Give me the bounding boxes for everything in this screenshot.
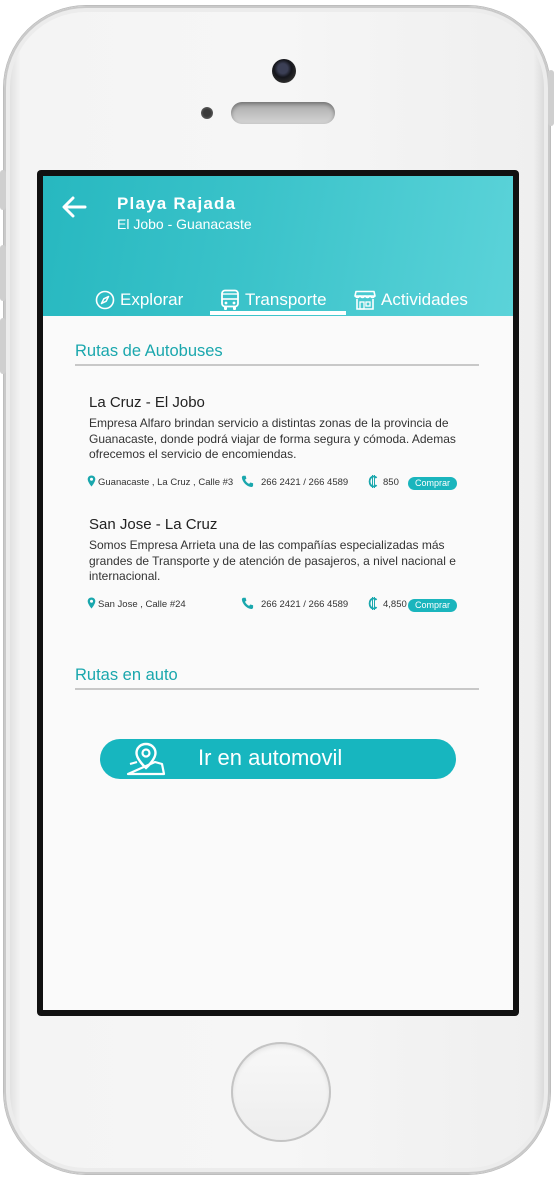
tab-label: Explorar [120,290,184,309]
section-divider [75,364,479,366]
tab-label: Actividades [381,290,468,309]
route-address: Guanacaste , La Cruz , Calle #3 [98,477,234,488]
route-price: 850 [383,477,399,488]
route-price: 4,850 [383,599,407,610]
front-camera [272,59,296,83]
section-divider [75,688,479,690]
screen: Playa Rajada El Jobo - Guanacaste Explor… [37,170,519,1016]
active-tab-indicator [210,311,346,315]
page-subtitle: El Jobo - Guanacaste [117,216,252,232]
route-address: San Jose , Calle #24 [98,599,186,610]
compass-icon [95,290,115,310]
route-name: La Cruz - El Jobo [89,394,205,411]
route-phone: 266 2421 / 266 4589 [261,477,349,488]
earpiece-speaker [231,102,335,124]
drive-button[interactable]: Ir en automovil [100,739,456,779]
volume-up-button [0,245,6,301]
phone-icon[interactable] [241,597,254,613]
map-pin-icon [126,742,166,781]
section-heading-buses: Rutas de Autobuses [75,342,223,360]
tab-actividades[interactable]: Actividades [354,284,468,316]
phone-icon[interactable] [241,475,254,491]
mute-switch [0,170,6,210]
store-icon [354,290,376,310]
buy-button[interactable]: Comprar [408,599,458,612]
volume-down-button [0,318,6,374]
route-description: Empresa Alfaro brindan servicio a distin… [89,416,456,461]
home-button[interactable] [231,1042,331,1142]
buy-button[interactable]: Comprar [408,477,458,490]
route-phone: 266 2421 / 266 4589 [261,599,349,610]
location-pin-icon [87,475,96,490]
app-viewport: Playa Rajada El Jobo - Guanacaste Explor… [43,176,513,1010]
route-card[interactable]: La Cruz - El Jobo Empresa Alfaro brindan… [87,394,469,490]
route-meta: Guanacaste , La Cruz , Calle #3 266 2421… [87,475,469,492]
power-button [548,70,554,126]
bus-icon [220,289,240,311]
app-header: Playa Rajada El Jobo - Guanacaste Explor… [43,176,513,316]
route-meta: San Jose , Calle #24 266 2421 / 266 4589… [87,597,469,614]
tab-label: Transporte [245,290,327,309]
proximity-sensor [201,107,213,119]
route-name: San Jose - La Cruz [89,516,218,533]
colon-currency-icon [368,475,378,491]
section-heading-car: Rutas en auto [75,666,178,684]
colon-currency-icon [368,597,378,613]
location-pin-icon [87,597,96,612]
route-description: Somos Empresa Arrieta una de las compañí… [89,538,456,583]
drive-button-label: Ir en automovil [198,745,343,770]
tab-explorar[interactable]: Explorar [95,284,183,316]
page-title: Playa Rajada [117,194,237,213]
back-arrow-icon[interactable] [61,196,87,218]
route-card[interactable]: San Jose - La Cruz Somos Empresa Arrieta… [87,516,469,612]
